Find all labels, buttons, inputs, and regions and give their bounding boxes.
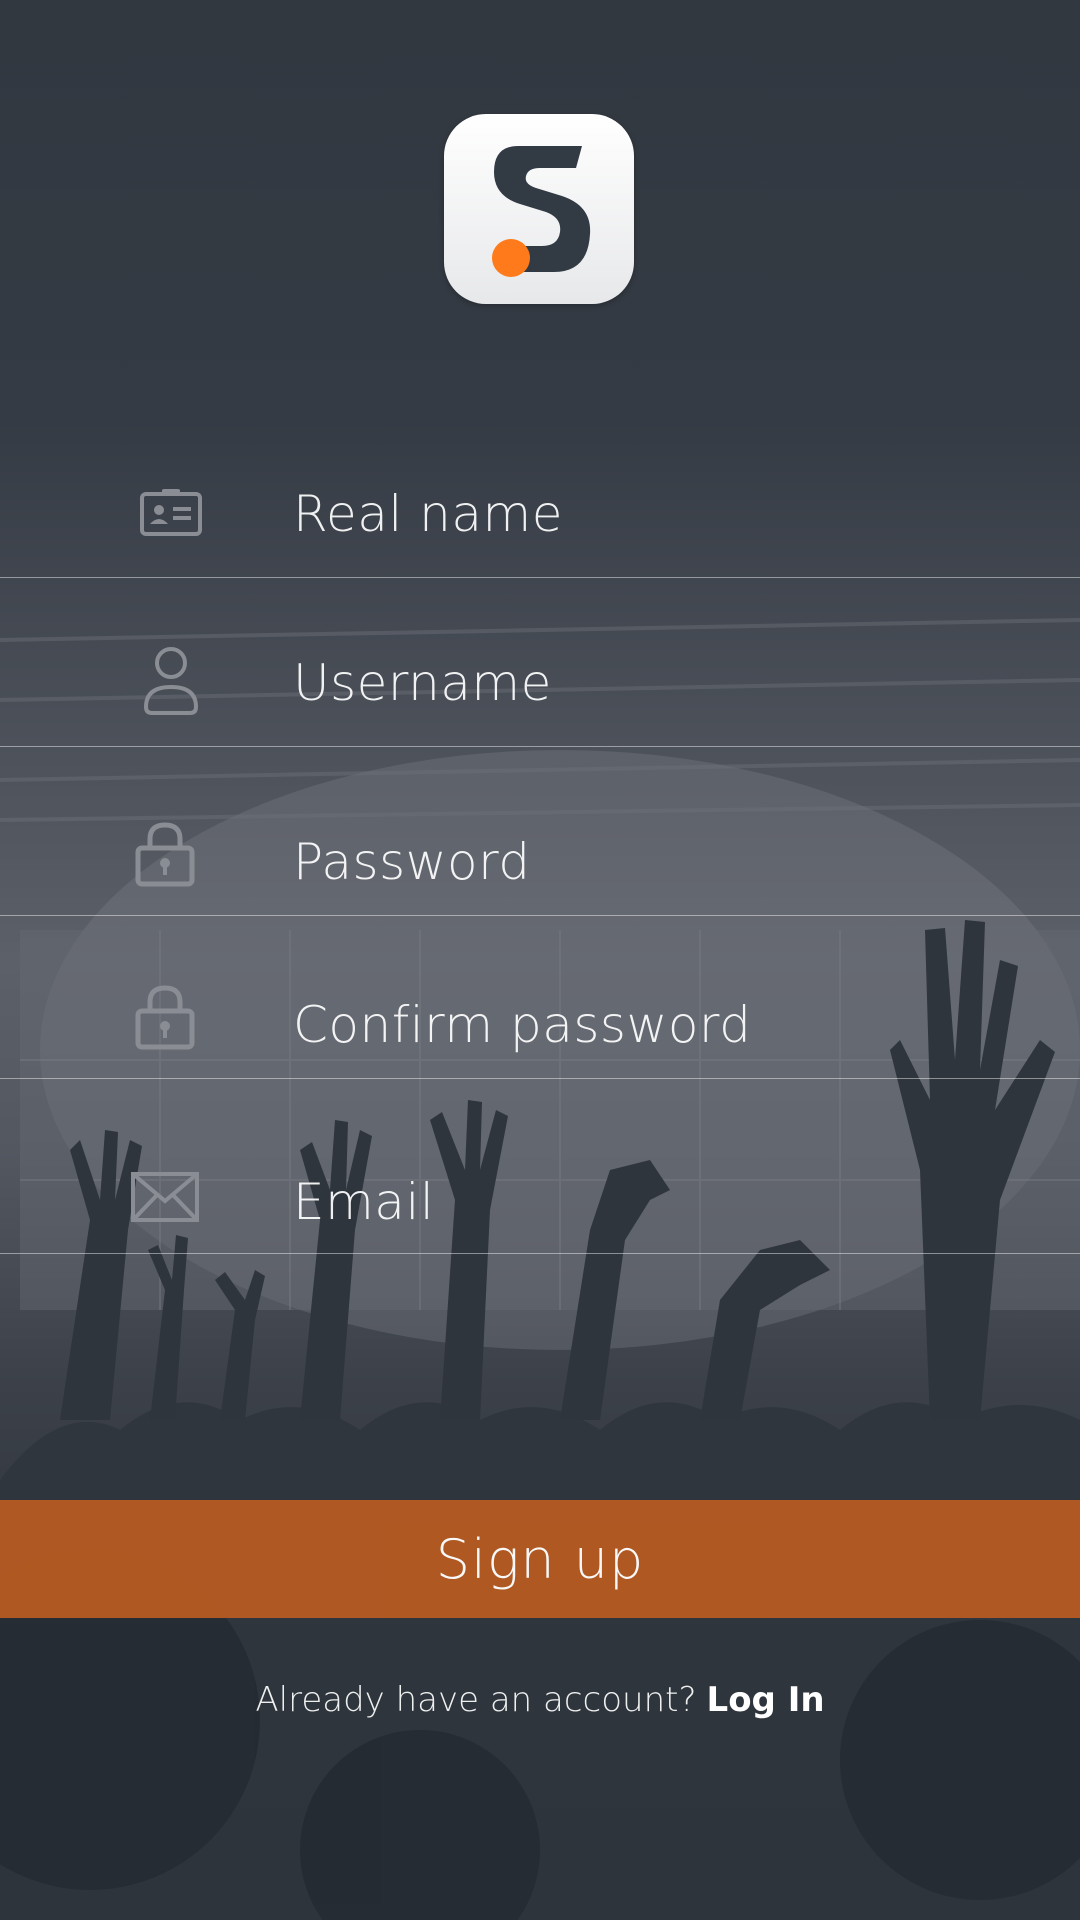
id-card-icon	[140, 488, 202, 540]
username-field[interactable]: Username	[0, 578, 1080, 747]
lock-icon	[134, 821, 196, 891]
real-name-placeholder: Real name	[293, 485, 563, 543]
email-field[interactable]: Email	[0, 1079, 1080, 1254]
user-icon	[142, 645, 200, 721]
login-link[interactable]: Log In	[707, 1680, 825, 1720]
lock-icon	[134, 984, 196, 1054]
email-placeholder: Email	[293, 1173, 435, 1231]
username-placeholder: Username	[293, 654, 552, 712]
signup-button-label: Sign up	[435, 1527, 645, 1591]
envelope-icon	[130, 1171, 200, 1227]
confirm-password-placeholder: Confirm password	[293, 996, 752, 1054]
password-field[interactable]: Password	[0, 747, 1080, 916]
password-placeholder: Password	[293, 833, 531, 891]
app-logo	[444, 114, 634, 304]
login-prompt-text: Already have an account?	[255, 1680, 697, 1720]
real-name-field[interactable]: Real name	[0, 455, 1080, 578]
login-prompt: Already have an account? Log In	[0, 1680, 1080, 1720]
signup-button[interactable]: Sign up	[0, 1500, 1080, 1618]
confirm-password-field[interactable]: Confirm password	[0, 916, 1080, 1079]
